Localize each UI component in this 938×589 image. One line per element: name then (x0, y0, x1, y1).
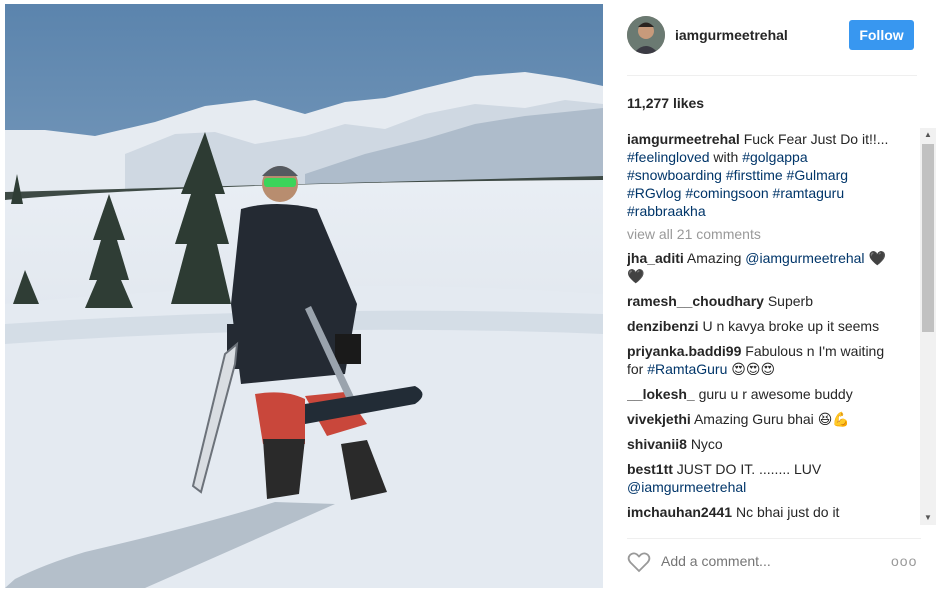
caption-text: Fuck Fear Just Do it!!... (743, 131, 889, 147)
hashtag-link[interactable]: #comingsoon (685, 185, 768, 201)
comment-emoji: 😆💪 (817, 411, 850, 427)
hashtag-link[interactable]: #firsttime (726, 167, 783, 183)
view-all-comments-link[interactable]: view all 21 comments (627, 226, 922, 242)
hashtag-link[interactable]: #RamtaGuru (647, 361, 727, 377)
comment-text: Amazing (686, 250, 742, 266)
hashtag-link[interactable]: #snowboarding (627, 167, 722, 183)
comment-item: best1tt JUST DO IT. ........ LUV @iamgur… (627, 460, 902, 496)
comment-text: JUST DO IT. ........ LUV (676, 461, 822, 477)
hashtag-link[interactable]: #ramtaguru (773, 185, 845, 201)
post-header: iamgurmeetrehal Follow (627, 14, 917, 76)
mention-link[interactable]: @iamgurmeetrehal (745, 250, 864, 266)
likes-count[interactable]: 11,277 likes (627, 95, 704, 111)
scroll-thumb[interactable] (922, 144, 934, 332)
comment-item: jha_aditi Amazing @iamgurmeetrehal 🖤 🖤 (627, 249, 902, 285)
comment-item: denzibenzi U n kavya broke up it seems (627, 317, 902, 335)
comment-item: ramesh__choudhary Superb (627, 292, 902, 310)
avatar-image (627, 16, 665, 54)
comment-emoji: 😍😍😍 (731, 361, 776, 377)
heart-outline-icon[interactable] (627, 551, 651, 573)
follow-button[interactable]: Follow (849, 20, 914, 50)
comment-username[interactable]: denzibenzi (627, 318, 699, 334)
comment-username[interactable]: jha_aditi (627, 250, 684, 266)
hashtag-link[interactable]: #RGvlog (627, 185, 681, 201)
comment-text: Nc bhai just do it (735, 504, 840, 520)
comment-text: Nyco (690, 436, 723, 452)
comment-text: guru u r awesome buddy (698, 386, 853, 402)
snow-mountain-scene (5, 4, 603, 588)
hashtag-link[interactable]: #Gulmarg (787, 167, 848, 183)
hashtag-link[interactable]: #rabbraakha (627, 203, 706, 219)
comment-item: priyanka.baddi99 Fabulous n I'm waiting … (627, 342, 902, 378)
avatar[interactable] (627, 16, 665, 54)
comment-username[interactable]: best1tt (627, 461, 673, 477)
more-options-icon[interactable]: ooo (891, 553, 917, 569)
caption-username[interactable]: iamgurmeetrehal (627, 131, 740, 147)
comment-username[interactable]: vivekjethi (627, 411, 691, 427)
comment-username[interactable]: ramesh__choudhary (627, 293, 764, 309)
hashtag-link[interactable]: #golgappa (742, 149, 807, 165)
add-comment-input[interactable] (661, 553, 871, 569)
comments-list[interactable]: iamgurmeetrehal Fuck Fear Just Do it!!..… (627, 130, 922, 525)
comment-item: __lokesh_ guru u r awesome buddy (627, 385, 902, 403)
scroll-down-arrow-icon[interactable]: ▼ (920, 511, 936, 525)
comment-text: U n kavya broke up it seems (702, 318, 880, 334)
caption-text: with (713, 149, 739, 165)
post-photo[interactable] (5, 4, 603, 588)
hashtag-link[interactable]: #feelingloved (627, 149, 710, 165)
comment-username[interactable]: __lokesh_ (627, 386, 695, 402)
comment-text: Amazing Guru bhai (693, 411, 814, 427)
comment-username[interactable]: priyanka.baddi99 (627, 343, 741, 359)
scroll-up-arrow-icon[interactable]: ▲ (920, 128, 936, 142)
comment-text: Superb (767, 293, 813, 309)
comment-item: vivekjethi Amazing Guru bhai 😆💪 (627, 410, 902, 428)
comment-item: shivanii8 Nyco (627, 435, 902, 453)
post-side-panel: iamgurmeetrehal Follow 11,277 likes iamg… (603, 0, 938, 589)
comment-username[interactable]: imchauhan2441 (627, 504, 732, 520)
comment-footer: ooo (627, 538, 921, 584)
comment-username[interactable]: shivanii8 (627, 436, 687, 452)
comments-scrollbar[interactable]: ▲ ▼ (920, 128, 936, 525)
post-caption: iamgurmeetrehal Fuck Fear Just Do it!!..… (627, 130, 902, 220)
post-author-username[interactable]: iamgurmeetrehal (675, 27, 788, 43)
mention-link[interactable]: @iamgurmeetrehal (627, 479, 746, 495)
comment-item: imchauhan2441 Nc bhai just do it (627, 503, 902, 521)
